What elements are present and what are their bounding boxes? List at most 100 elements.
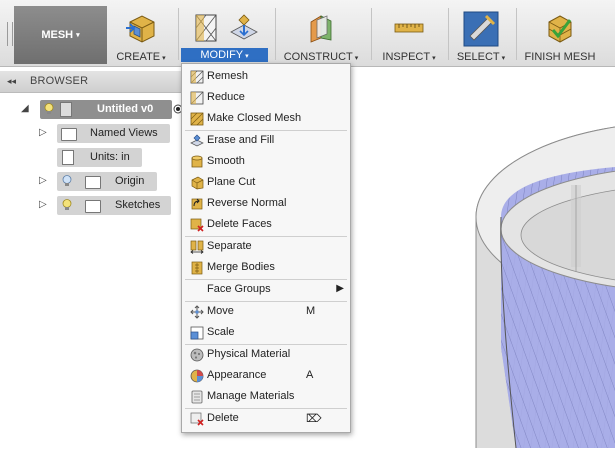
construct-menu-button[interactable]: CONSTRUCT ▾ — [279, 6, 363, 64]
manage-materials-icon — [191, 390, 203, 404]
finish-mesh-icon — [548, 15, 572, 43]
plane-cut-tool-icon — [229, 14, 258, 40]
menu-item-label: Make Closed Mesh — [207, 112, 302, 124]
menu-item-make-closed-mesh[interactable]: Make Closed Mesh — [182, 109, 350, 129]
named-views-label: Named Views — [90, 127, 158, 139]
workspace-label: MESH — [41, 29, 74, 41]
menu-item-label: Manage Materials — [207, 390, 295, 402]
scale-icon — [190, 326, 204, 340]
menu-item-separate[interactable]: Separate — [182, 237, 350, 257]
menu-item-smooth[interactable]: Smooth — [182, 152, 350, 172]
menu-item-label: Remesh — [207, 70, 248, 82]
toolbar-divider — [371, 8, 372, 60]
chevron-down-icon: ▾ — [501, 55, 506, 62]
sketches-label: Sketches — [115, 199, 161, 211]
toolbar-divider — [275, 8, 276, 60]
browser-header[interactable]: ◂◂ BROWSER — [0, 71, 181, 93]
menu-item-face-groups[interactable]: Face Groups ▶ — [182, 280, 350, 300]
plane-cut-icon — [191, 176, 204, 190]
menu-item-label: Appearance — [207, 369, 267, 381]
menu-item-label: Plane Cut — [207, 176, 256, 188]
select-label: SELECT — [456, 51, 500, 63]
menu-item-label: Reverse Normal — [207, 197, 287, 209]
expand-triangle-icon[interactable]: ▷ — [39, 199, 47, 210]
menu-item-appearance[interactable]: Appearance A — [182, 366, 350, 386]
folder-icon — [85, 200, 101, 213]
menu-item-shortcut: ⌦ — [306, 413, 322, 425]
chevron-down-icon: ▾ — [354, 55, 359, 62]
reduce-icon — [190, 91, 204, 105]
inspect-menu-button[interactable]: INSPECT ▾ — [376, 6, 442, 64]
menu-item-shortcut: M — [306, 305, 316, 317]
menu-item-label: Physical Material — [207, 348, 291, 360]
folder-icon — [85, 176, 101, 189]
menu-item-physical-material[interactable]: Physical Material — [182, 345, 350, 365]
select-menu-button[interactable]: SELECT ▾ — [452, 6, 510, 64]
visibility-bulb-icon[interactable] — [62, 175, 72, 187]
menu-item-delete[interactable]: Delete ⌦ — [182, 409, 350, 429]
menu-item-reduce[interactable]: Reduce — [182, 88, 350, 108]
menu-item-label: Reduce — [207, 91, 245, 103]
collapse-browser-icon[interactable]: ◂◂ — [7, 76, 16, 87]
menu-item-label: Erase and Fill — [207, 134, 275, 146]
appearance-icon — [190, 369, 204, 383]
menu-item-manage-materials[interactable]: Manage Materials — [182, 387, 350, 407]
toolbar-divider — [516, 8, 517, 60]
origin-label: Origin — [115, 175, 145, 187]
measure-icon — [394, 23, 424, 33]
menu-item-plane-cut[interactable]: Plane Cut — [182, 173, 350, 193]
remesh-icon — [190, 70, 204, 84]
move-icon — [190, 305, 204, 319]
menu-item-merge-bodies[interactable]: Merge Bodies — [182, 258, 350, 278]
browser-title: BROWSER — [30, 75, 89, 87]
menu-item-label: Smooth — [207, 155, 245, 167]
visibility-bulb-icon[interactable] — [62, 199, 72, 211]
finish-mesh-label: FINISH MESH — [524, 51, 596, 63]
erase-fill-icon — [190, 134, 204, 147]
delete-faces-icon — [190, 218, 204, 232]
inspect-label: INSPECT — [382, 51, 431, 63]
create-menu-button[interactable]: CREATE ▾ — [111, 6, 171, 64]
menu-item-label: Delete Faces — [207, 218, 272, 230]
reverse-normal-icon — [191, 198, 203, 210]
toolbar-grip[interactable] — [7, 22, 13, 46]
menu-item-move[interactable]: Move M — [182, 302, 350, 322]
folder-icon — [61, 128, 77, 141]
submenu-arrow-icon: ▶ — [336, 283, 344, 294]
menu-item-label: Move — [207, 305, 234, 317]
separate-icon — [190, 240, 204, 254]
expand-triangle-icon[interactable]: ▷ — [39, 127, 47, 138]
menu-item-label: Merge Bodies — [207, 261, 275, 273]
expand-triangle-icon[interactable]: ▷ — [39, 175, 47, 186]
chevron-down-icon: ▾ — [76, 32, 80, 39]
menu-item-reverse-normal[interactable]: Reverse Normal — [182, 194, 350, 214]
merge-bodies-icon — [191, 261, 203, 275]
delete-icon — [190, 412, 204, 426]
menu-item-erase-and-fill[interactable]: Erase and Fill — [182, 131, 350, 151]
document-settings-icon — [62, 150, 74, 165]
create-label: CREATE — [116, 51, 161, 63]
visibility-bulb-icon[interactable] — [44, 103, 54, 115]
component-icon — [60, 102, 72, 117]
construct-label: CONSTRUCT — [283, 51, 353, 63]
workspace-switcher[interactable]: MESH ▾ — [14, 6, 107, 64]
create-form-icon — [126, 15, 155, 43]
finish-mesh-button[interactable]: FINISH MESH — [520, 6, 600, 64]
menu-item-label: Separate — [207, 240, 252, 252]
menu-item-label: Face Groups — [207, 283, 271, 295]
make-closed-mesh-icon — [190, 112, 204, 126]
expand-triangle-icon[interactable]: ◢ — [21, 103, 29, 114]
toolbar: MESH ▾ CREATE ▾ MODIFY ▾ CONSTRUCT ▾ INS… — [0, 0, 615, 67]
chevron-down-icon: ▾ — [162, 55, 166, 62]
menu-item-scale[interactable]: Scale — [182, 323, 350, 343]
root-component-label: Untitled v0 — [97, 103, 154, 115]
menu-item-label: Scale — [207, 326, 235, 338]
modify-label: MODIFY — [200, 49, 244, 61]
modify-menu-button[interactable]: MODIFY ▾ — [181, 6, 268, 64]
menu-item-remesh[interactable]: Remesh — [182, 67, 350, 87]
smooth-icon — [191, 155, 203, 168]
toolbar-divider — [178, 8, 179, 60]
menu-item-delete-faces[interactable]: Delete Faces — [182, 215, 350, 235]
menu-item-shortcut: A — [306, 369, 314, 381]
menu-item-label: Delete — [207, 412, 239, 424]
